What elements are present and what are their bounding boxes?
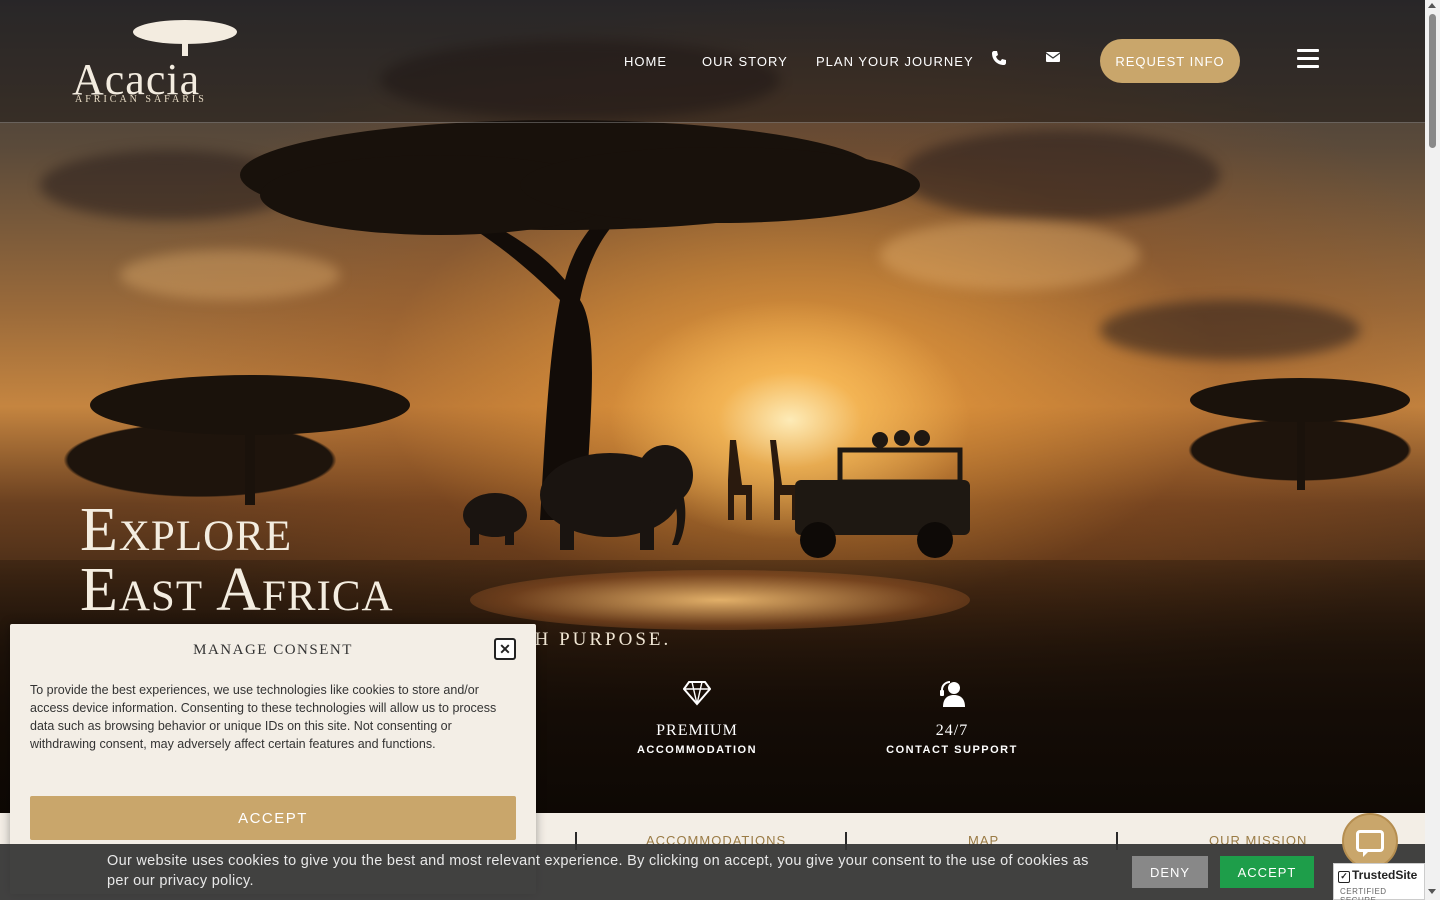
feature-label: ACCOMMODATION [636, 744, 758, 756]
acacia-logo[interactable]: Acacia African Safaris [72, 16, 248, 108]
consent-title: MANAGE CONSENT [193, 642, 353, 658]
hero-subtitle: TH PURPOSE. [520, 629, 672, 650]
consent-accept-button[interactable]: ACCEPT [30, 796, 516, 840]
page-scrollbar[interactable] [1425, 0, 1440, 900]
chat-button[interactable] [1342, 813, 1398, 869]
close-icon[interactable]: ✕ [494, 638, 516, 660]
nav-home[interactable]: HOME [624, 54, 667, 69]
cookie-deny-button[interactable]: DENY [1132, 856, 1208, 888]
acacia-tree-logo-icon [133, 20, 237, 56]
nav-plan-your-journey[interactable]: PLAN YOUR JOURNEY [816, 54, 974, 69]
trustedsite-name: TrustedSite [1352, 868, 1418, 882]
consent-body: To provide the best experiences, we use … [30, 683, 497, 751]
trustedsite-sub: CERTIFIED SECURE [1340, 887, 1387, 900]
feature-contact-support: 24/7 CONTACT SUPPORT [852, 680, 1052, 756]
hamburger-icon[interactable] [1297, 49, 1319, 68]
scroll-up-arrow-icon[interactable] [1428, 3, 1436, 8]
envelope-icon[interactable] [1045, 50, 1061, 68]
feature-title: 24/7 [935, 722, 969, 739]
cookie-banner-text: Our website uses cookies to give you the… [107, 853, 1089, 889]
request-info-button[interactable]: REQUEST INFO [1100, 39, 1240, 83]
hero-title-line1: Explore [80, 496, 293, 564]
feature-label: CONTACT SUPPORT [886, 744, 1018, 756]
trustedsite-badge[interactable]: ✓TrustedSite CERTIFIED SECURE [1333, 863, 1425, 900]
feature-premium-accommodation: PREMIUM ACCOMMODATION [597, 680, 797, 756]
checkmark-icon: ✓ [1338, 871, 1350, 883]
hero-title-line2: East Africa [80, 556, 394, 624]
scroll-down-arrow-icon[interactable] [1428, 889, 1436, 894]
scroll-thumb[interactable] [1429, 14, 1436, 148]
cookie-banner: Our website uses cookies to give you the… [0, 844, 1425, 900]
hero-title: Explore East Africa [80, 496, 394, 624]
chat-bubble-icon [1356, 830, 1384, 857]
phone-icon[interactable] [991, 50, 1007, 70]
feature-title: PREMIUM [656, 722, 738, 739]
nav-our-story[interactable]: OUR STORY [702, 54, 788, 69]
site-header: Acacia African Safaris HOME OUR STORY PL… [0, 0, 1425, 123]
support-agent-icon [852, 680, 1052, 712]
logo-tagline: African Safaris [75, 94, 207, 105]
cookie-accept-button[interactable]: ACCEPT [1220, 856, 1314, 888]
diamond-icon [597, 680, 797, 712]
